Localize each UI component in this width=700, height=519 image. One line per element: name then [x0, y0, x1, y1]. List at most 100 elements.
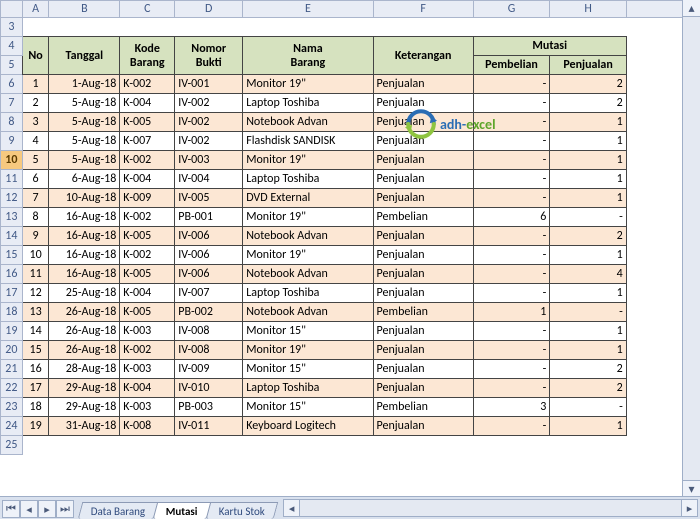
cell-no[interactable]: 1	[22, 75, 49, 94]
cell-ket[interactable]: Penjualan	[373, 360, 473, 379]
row-header-22[interactable]: 22	[1, 379, 23, 398]
cell-no[interactable]: 7	[22, 189, 49, 208]
cell-pembelian[interactable]: -	[473, 246, 550, 265]
cell-pembelian[interactable]: 1	[473, 303, 550, 322]
row-header-25[interactable]: 25	[1, 436, 23, 455]
cell-no[interactable]: 13	[22, 303, 49, 322]
cell-ket[interactable]: Penjualan	[373, 284, 473, 303]
cell-pembelian[interactable]: -	[473, 322, 550, 341]
cell-penjualan[interactable]: -	[550, 208, 626, 227]
cell-nama[interactable]: DVD External	[243, 189, 373, 208]
select-all-cell[interactable]	[1, 1, 23, 18]
cell-pembelian[interactable]: -	[473, 360, 550, 379]
cell-pembelian[interactable]: -	[473, 151, 550, 170]
col-header-E[interactable]: E	[243, 1, 373, 18]
cell-penjualan[interactable]: 1	[550, 341, 626, 360]
horizontal-scrollbar[interactable]: ◂ ▸	[283, 499, 698, 517]
cell-tanggal[interactable]: 1-Aug-18	[49, 75, 120, 94]
cell-ket[interactable]: Penjualan	[373, 379, 473, 398]
row-header-14[interactable]: 14	[1, 227, 23, 246]
cell-kode[interactable]: K-004	[120, 379, 175, 398]
row-header-16[interactable]: 16	[1, 265, 23, 284]
cell-bukti[interactable]: IV-011	[175, 417, 243, 436]
cell-no[interactable]: 15	[22, 341, 49, 360]
scroll-up-button[interactable]: ▴	[683, 0, 700, 17]
cell-bukti[interactable]: IV-005	[175, 189, 243, 208]
cell-kode[interactable]: K-005	[120, 113, 175, 132]
cell-ket[interactable]: Pembelian	[373, 398, 473, 417]
cell-pembelian[interactable]: -	[473, 170, 550, 189]
cell-pembelian[interactable]: -	[473, 227, 550, 246]
cell-bukti[interactable]: IV-002	[175, 132, 243, 151]
cell-ket[interactable]: Penjualan	[373, 322, 473, 341]
cell-no[interactable]: 4	[22, 132, 49, 151]
cell-tanggal[interactable]: 5-Aug-18	[49, 94, 120, 113]
cell-kode[interactable]: K-004	[120, 284, 175, 303]
row-header-20[interactable]: 20	[1, 341, 23, 360]
cell-kode[interactable]: K-005	[120, 227, 175, 246]
cell-penjualan[interactable]: 1	[550, 417, 626, 436]
row-header-21[interactable]: 21	[1, 360, 23, 379]
cell-tanggal[interactable]: 5-Aug-18	[49, 151, 120, 170]
cell-kode[interactable]: K-003	[120, 322, 175, 341]
col-header-F[interactable]: F	[373, 1, 473, 18]
cell-kode[interactable]: K-005	[120, 265, 175, 284]
cell-kode[interactable]: K-002	[120, 208, 175, 227]
col-header-B[interactable]: B	[49, 1, 120, 18]
cell-tanggal[interactable]: 26-Aug-18	[49, 322, 120, 341]
scroll-down-button[interactable]: ▾	[683, 480, 700, 497]
cell-pembelian[interactable]: -	[473, 284, 550, 303]
row-header-15[interactable]: 15	[1, 246, 23, 265]
cell-nama[interactable]: Monitor 15"	[243, 360, 373, 379]
cell-penjualan[interactable]: 2	[550, 379, 626, 398]
cell-nama[interactable]: Monitor 15"	[243, 398, 373, 417]
cell-nama[interactable]: Monitor 15"	[243, 322, 373, 341]
cell-tanggal[interactable]: 16-Aug-18	[49, 265, 120, 284]
cell-nama[interactable]: Laptop Toshiba	[243, 284, 373, 303]
cell-tanggal[interactable]: 16-Aug-18	[49, 246, 120, 265]
vertical-scrollbar[interactable]: ▴ ▾	[682, 0, 700, 497]
sheet-tab-data-barang[interactable]: Data Barang	[78, 502, 159, 519]
row-header-11[interactable]: 11	[1, 170, 23, 189]
cell-tanggal[interactable]: 5-Aug-18	[49, 113, 120, 132]
cell-ket[interactable]: Penjualan	[373, 132, 473, 151]
cell-penjualan[interactable]: 1	[550, 151, 626, 170]
cell-pembelian[interactable]: -	[473, 75, 550, 94]
cell-kode[interactable]: K-009	[120, 189, 175, 208]
cell-tanggal[interactable]: 10-Aug-18	[49, 189, 120, 208]
scroll-left-button[interactable]: ◂	[284, 500, 300, 516]
cell-nama[interactable]: Laptop Toshiba	[243, 94, 373, 113]
cell-ket[interactable]: Penjualan	[373, 189, 473, 208]
cell-bukti[interactable]: IV-002	[175, 94, 243, 113]
sheet-tab-kartu-stok[interactable]: Kartu Stok	[206, 502, 279, 519]
cell-nama[interactable]: Laptop Toshiba	[243, 379, 373, 398]
cell-penjualan[interactable]: 1	[550, 322, 626, 341]
cell-bukti[interactable]: IV-001	[175, 75, 243, 94]
row-header-18[interactable]: 18	[1, 303, 23, 322]
col-header-C[interactable]: C	[120, 1, 175, 18]
cell-bukti[interactable]: IV-007	[175, 284, 243, 303]
cell-nama[interactable]: Monitor 19"	[243, 341, 373, 360]
cell-penjualan[interactable]: 1	[550, 113, 626, 132]
cell-tanggal[interactable]: 25-Aug-18	[49, 284, 120, 303]
cell-pembelian[interactable]: -	[473, 265, 550, 284]
cell-bukti[interactable]: IV-009	[175, 360, 243, 379]
cell-bukti[interactable]: IV-008	[175, 341, 243, 360]
cell-bukti[interactable]: PB-003	[175, 398, 243, 417]
cell-no[interactable]: 14	[22, 322, 49, 341]
cell-kode[interactable]: K-002	[120, 75, 175, 94]
cell-nama[interactable]: Monitor 19"	[243, 75, 373, 94]
cell-bukti[interactable]: IV-002	[175, 113, 243, 132]
row-header-12[interactable]: 12	[1, 189, 23, 208]
cell-kode[interactable]: K-002	[120, 151, 175, 170]
row-header-24[interactable]: 24	[1, 417, 23, 436]
cell-ket[interactable]: Penjualan	[373, 75, 473, 94]
col-header-G[interactable]: G	[473, 1, 550, 18]
cell-no[interactable]: 17	[22, 379, 49, 398]
cell-penjualan[interactable]: -	[550, 398, 626, 417]
cell-nama[interactable]: Laptop Toshiba	[243, 170, 373, 189]
cell-pembelian[interactable]: -	[473, 189, 550, 208]
cell-bukti[interactable]: IV-006	[175, 246, 243, 265]
cell-nama[interactable]: Flashdisk SANDISK	[243, 132, 373, 151]
sheet-nav-first[interactable]: ⏮	[2, 500, 20, 518]
